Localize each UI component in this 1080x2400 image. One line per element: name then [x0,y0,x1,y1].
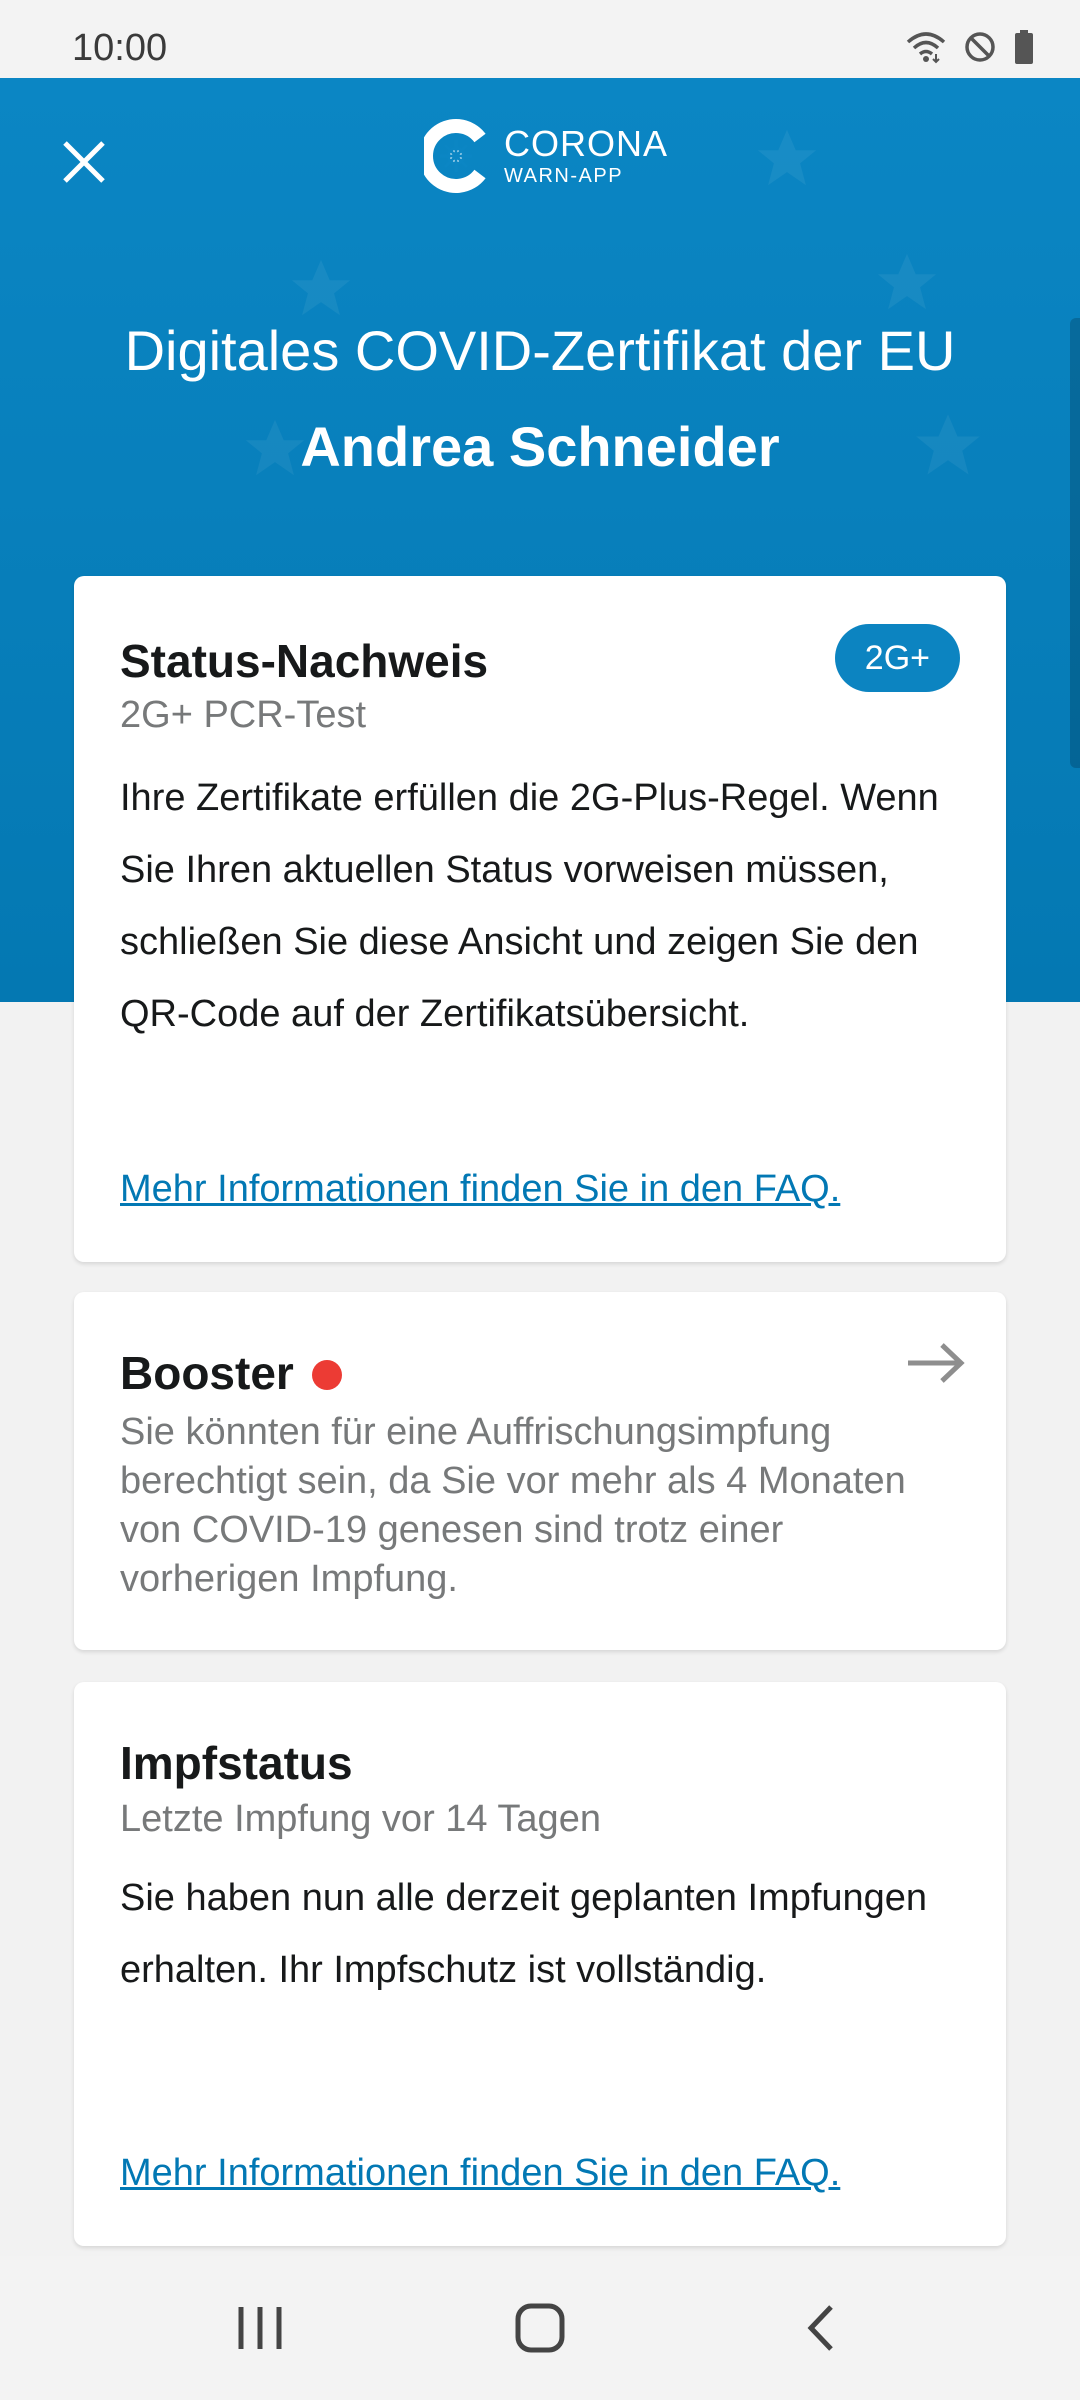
status-card-subtitle: 2G+ PCR-Test [120,694,367,736]
logo-line1: CORONA [504,123,669,164]
status-time: 10:00 [72,26,168,69]
impf-card-title: Impfstatus [120,1737,353,1789]
recent-apps-icon [238,2307,282,2349]
star-decoration [877,253,937,310]
impfstatus-card: Impfstatus Letzte Impfung vor 14 Tagen S… [74,1682,1006,2246]
status-card-title: Status-Nachweis [120,635,489,687]
home-button[interactable] [490,2278,590,2378]
notification-dot [311,1360,342,1390]
corona-warn-app-logo: CORONA WARN-APP [424,118,668,194]
wifi-icon [906,30,946,64]
star-decoration [757,129,817,186]
star-decoration [291,259,351,316]
status-card-body: Ihre Zertifikate erfüllen die 2G-Plus-Re… [120,777,939,1035]
impf-card-subtitle: Letzte Impfung vor 14 Tagen [120,1798,601,1840]
recent-apps-button[interactable] [210,2278,310,2378]
corona-logo-icon [424,119,486,193]
status-badge: 2G+ [834,624,960,692]
status-nachweis-card: Status-Nachweis 2G+ 2G+ PCR-Test Ihre Ze… [74,576,1006,1262]
do-not-disturb-icon [964,31,996,63]
scroll-indicator [1070,318,1080,768]
battery-icon [1014,30,1034,64]
navigation-bar [0,2256,1080,2400]
close-button[interactable] [50,128,118,196]
booster-card-title: Booster [120,1347,294,1399]
back-button[interactable] [770,2278,870,2378]
close-icon [63,141,105,183]
arrow-right-icon[interactable] [906,1340,966,1386]
impf-card-body: Sie haben nun alle derzeit geplanten Imp… [120,1877,928,1991]
status-icons [906,30,1034,64]
home-icon [515,2303,565,2353]
booster-card-body: Sie könnten für eine Auffrischungsimpfun… [120,1411,906,1600]
status-bar: 10:00 [0,0,1080,78]
booster-card[interactable]: Booster Sie könnten für eine Auffrischun… [74,1292,1006,1650]
faq-link[interactable]: Mehr Informationen finden Sie in den FAQ… [120,2152,840,2195]
faq-link[interactable]: Mehr Informationen finden Sie in den FAQ… [120,1168,840,1211]
certificate-holder-name: Andrea Schneider [300,415,780,478]
page-title: Digitales COVID-Zertifikat der EU [124,319,956,382]
logo-line2: WARN-APP [504,165,624,187]
back-icon [807,2305,833,2351]
